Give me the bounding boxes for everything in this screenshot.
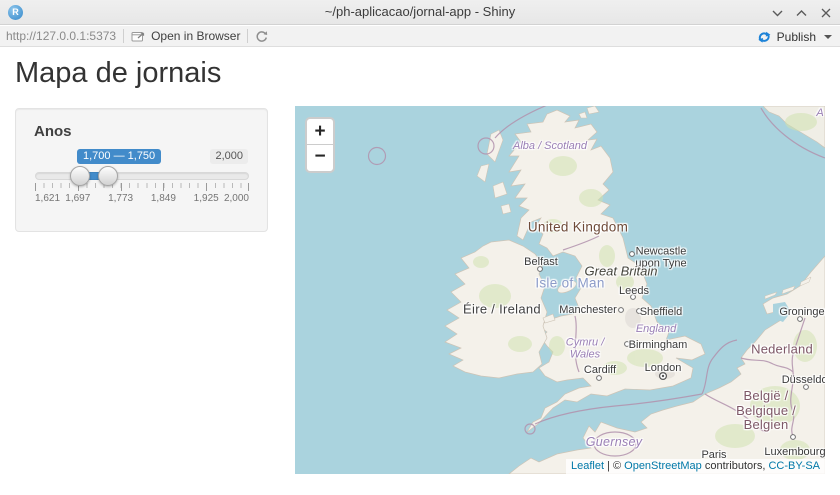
close-icon[interactable] (819, 6, 832, 19)
open-in-browser-label: Open in Browser (151, 29, 240, 43)
refresh-button[interactable] (255, 30, 268, 43)
page-title: Mapa de jornais (15, 57, 221, 90)
map-zoom-control: + − (305, 117, 335, 173)
slider-grid-label: 1,925 (194, 193, 219, 204)
slider-grid-label: 1,697 (65, 193, 90, 204)
osm-link[interactable]: OpenStreetMap (624, 460, 702, 472)
slider-grid-label: 2,000 (224, 193, 249, 204)
slider-handle-from[interactable] (70, 166, 90, 186)
map-attribution: Leaflet | © OpenStreetMap contributors, … (566, 459, 825, 474)
slider-minor-ticks (35, 183, 249, 188)
slider-grid-label: 1,773 (108, 193, 133, 204)
minimize-chevron-down-icon[interactable] (771, 6, 784, 19)
leaflet-map[interactable]: Alba / Scotland United Kingdom Newcastle… (295, 106, 825, 474)
open-in-browser-icon (131, 30, 146, 42)
year-range-slider[interactable]: 1,700 — 1,750 2,000 1,621 1,697 1,773 1,… (35, 109, 249, 233)
slider-handle-to[interactable] (98, 166, 118, 186)
publish-dropdown-caret-icon[interactable] (824, 35, 832, 39)
license-link[interactable]: CC-BY-SA (768, 460, 820, 472)
zoom-out-button[interactable]: − (307, 145, 333, 171)
rstudio-shiny-viewer-window: R ~/ph-aplicacao/jornal-app - Shiny http… (0, 0, 840, 495)
viewer-toolbar: http://127.0.0.1:5373 Open in Browser (0, 26, 840, 47)
refresh-icon (255, 30, 268, 43)
open-in-browser-button[interactable]: Open in Browser (131, 29, 240, 43)
window-title: ~/ph-aplicacao/jornal-app - Shiny (0, 4, 840, 19)
publish-button[interactable]: Publish (777, 30, 816, 44)
maximize-chevron-up-icon[interactable] (795, 6, 808, 19)
slider-max-value: 2,000 (210, 149, 248, 164)
slider-track[interactable] (35, 172, 249, 180)
leaflet-link[interactable]: Leaflet (571, 460, 604, 472)
zoom-in-button[interactable]: + (307, 119, 333, 145)
slider-range-value: 1,700 — 1,750 (77, 149, 161, 164)
app-url: http://127.0.0.1:5373 (6, 29, 116, 43)
slider-grid-label: 1,621 (35, 193, 60, 204)
window-titlebar: R ~/ph-aplicacao/jornal-app - Shiny (0, 0, 840, 25)
map-tiles (295, 106, 825, 474)
slider-grid-label: 1,849 (151, 193, 176, 204)
publish-icon (757, 30, 772, 44)
sidebar-panel: Anos 1,700 — 1,750 2,000 1,621 1,697 1,7… (15, 108, 268, 232)
